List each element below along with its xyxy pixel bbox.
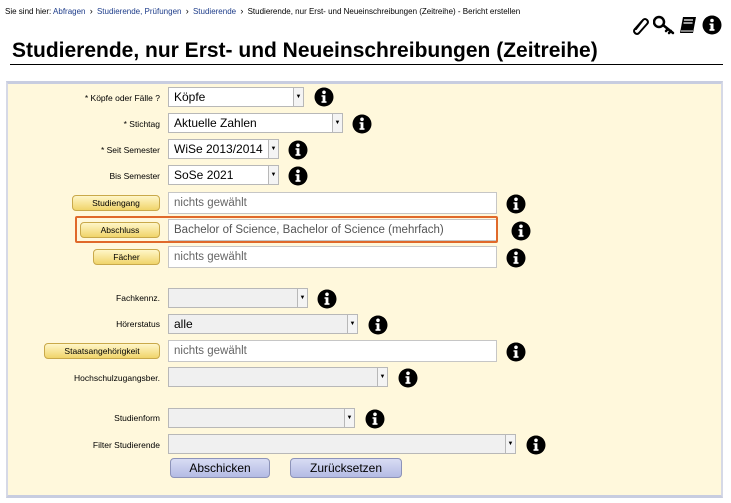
chevron-down-icon: ▼ xyxy=(268,166,278,184)
stichtag-value: Aktuelle Zahlen xyxy=(174,116,257,130)
bis-semester-select[interactable]: SoSe 2021 ▼ xyxy=(168,165,279,185)
info-icon[interactable] xyxy=(368,315,388,335)
hochschulzugangsber-select[interactable]: ▼ xyxy=(168,367,388,387)
info-icon[interactable] xyxy=(288,140,308,160)
chevron-down-icon: ▼ xyxy=(505,435,515,453)
seit-semester-value: WiSe 2013/2014 xyxy=(174,142,263,156)
info-icon[interactable] xyxy=(511,221,531,241)
fachkennz-select[interactable]: ▼ xyxy=(168,288,308,308)
studiengang-button[interactable]: Studiengang xyxy=(72,195,160,211)
faecher-field[interactable]: nichts gewählt xyxy=(168,246,497,268)
hochschulzugangsber-label: Hochschulzugangsber. xyxy=(73,373,160,383)
info-icon[interactable] xyxy=(398,368,418,388)
studienform-select[interactable]: ▼ xyxy=(168,408,355,428)
hoererstatus-label: Hörerstatus xyxy=(116,319,160,329)
chevron-down-icon: ▼ xyxy=(268,140,278,158)
info-icon[interactable] xyxy=(317,289,337,309)
chevron-down-icon: ▼ xyxy=(293,88,303,106)
info-icon[interactable] xyxy=(314,87,334,107)
info-icon[interactable] xyxy=(365,409,385,429)
chevron-down-icon: ▼ xyxy=(332,114,342,132)
abschluss-field[interactable]: Bachelor of Science, Bachelor of Science… xyxy=(168,219,497,241)
info-icon[interactable] xyxy=(506,194,526,214)
chevron-down-icon: ▼ xyxy=(297,289,307,307)
bis-semester-value: SoSe 2021 xyxy=(174,168,234,182)
chevron-right-icon: › xyxy=(185,6,189,16)
info-icon[interactable] xyxy=(526,435,546,455)
stichtag-label: * Stichtag xyxy=(123,119,160,129)
chevron-down-icon: ▼ xyxy=(344,409,354,427)
breadcrumb-link-studierende-pruefungen[interactable]: Studierende, Prüfungen xyxy=(97,7,182,16)
reset-button[interactable]: Zurücksetzen xyxy=(290,458,402,478)
filter-studierende-select[interactable]: ▼ xyxy=(168,434,516,454)
chevron-right-icon: › xyxy=(240,6,244,16)
breadcrumb: Sie sind hier: Abfragen › Studierende, P… xyxy=(5,6,520,16)
info-icon[interactable] xyxy=(506,342,526,362)
hoererstatus-value: alle xyxy=(174,317,193,331)
submit-button[interactable]: Abschicken xyxy=(170,458,270,478)
info-icon[interactable] xyxy=(352,114,372,134)
seit-semester-label: * Seit Semester xyxy=(100,145,160,155)
studienform-label: Studienform xyxy=(114,413,160,423)
chevron-down-icon: ▼ xyxy=(347,315,357,333)
chevron-down-icon: ▼ xyxy=(377,368,387,386)
faecher-button[interactable]: Fächer xyxy=(93,249,160,265)
book-icon[interactable] xyxy=(677,14,699,36)
koepfe-select[interactable]: Köpfe ▼ xyxy=(168,87,304,107)
abschluss-button[interactable]: Abschluss xyxy=(80,222,160,238)
hoererstatus-select[interactable]: alle ▼ xyxy=(168,314,358,334)
koepfe-value: Köpfe xyxy=(174,90,206,104)
page-title: Studierende, nur Erst- und Neueinschreib… xyxy=(12,39,598,62)
seit-semester-select[interactable]: WiSe 2013/2014 ▼ xyxy=(168,139,279,159)
filter-studierende-label: Filter Studierende xyxy=(92,440,160,450)
bis-semester-label: Bis Semester xyxy=(109,171,160,181)
studiengang-field[interactable]: nichts gewählt xyxy=(168,192,497,214)
info-icon[interactable] xyxy=(506,248,526,268)
title-divider xyxy=(10,64,723,65)
key-icon[interactable] xyxy=(653,14,675,36)
stichtag-select[interactable]: Aktuelle Zahlen ▼ xyxy=(168,113,343,133)
staatsangehoerigkeit-button[interactable]: Staatsangehörigkeit xyxy=(44,343,160,359)
breadcrumb-link-abfragen[interactable]: Abfragen xyxy=(53,7,85,16)
toolbar xyxy=(629,14,723,36)
fachkennz-label: Fachkennz. xyxy=(116,293,160,303)
breadcrumb-link-studierende[interactable]: Studierende xyxy=(193,7,236,16)
breadcrumb-prefix: Sie sind hier: xyxy=(5,7,52,16)
staatsangehoerigkeit-field[interactable]: nichts gewählt xyxy=(168,340,497,362)
paperclip-icon[interactable] xyxy=(629,14,651,36)
chevron-right-icon: › xyxy=(89,6,93,16)
breadcrumb-current: Studierende, nur Erst- und Neueinschreib… xyxy=(247,7,521,16)
info-icon[interactable] xyxy=(288,166,308,186)
koepfe-label: * Köpfe oder Fälle ? xyxy=(84,93,160,103)
info-icon[interactable] xyxy=(701,14,723,36)
